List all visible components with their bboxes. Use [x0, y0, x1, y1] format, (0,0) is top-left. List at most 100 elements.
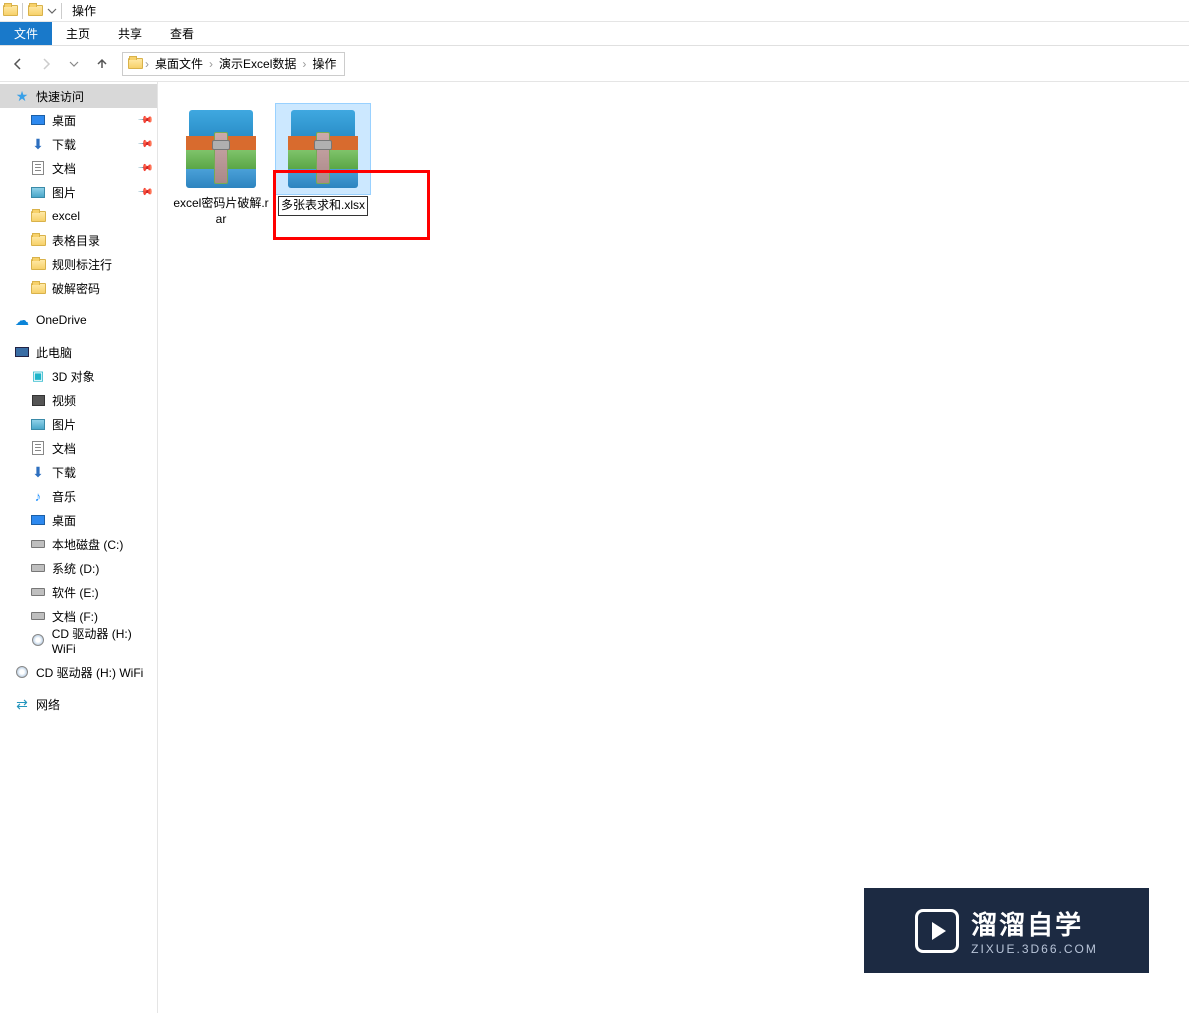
- sidebar-item-documents[interactable]: 文档📌: [0, 156, 157, 180]
- 3d-icon: ▣: [30, 368, 46, 384]
- label: CD 驱动器 (H:) WiFi: [36, 664, 143, 681]
- recent-dropdown[interactable]: [62, 52, 86, 76]
- sidebar-item-documents[interactable]: 文档: [0, 436, 157, 460]
- label: 图片: [52, 184, 76, 201]
- nav-bar: › 桌面文件 › 演示Excel数据 › 操作: [0, 46, 1189, 82]
- pin-icon: 📌: [136, 112, 153, 129]
- up-button[interactable]: [90, 52, 114, 76]
- sidebar-item-pictures[interactable]: 图片📌: [0, 180, 157, 204]
- tab-share[interactable]: 共享: [104, 22, 156, 45]
- drive-icon: [30, 608, 46, 624]
- download-icon: ⬇: [30, 464, 46, 480]
- folder-icon: [2, 3, 18, 19]
- sidebar-item-folder[interactable]: 规则标注行: [0, 252, 157, 276]
- sidebar-item-desktop[interactable]: 桌面: [0, 508, 157, 532]
- file-name-label[interactable]: excel密码片破解.rar: [173, 196, 269, 227]
- breadcrumb-segment[interactable]: 演示Excel数据: [215, 55, 300, 72]
- nav-pane: ★ 快速访问 桌面📌 ⬇下载📌 文档📌 图片📌 excel 表格目录 规则标注行…: [0, 82, 158, 1013]
- label: 文档: [52, 160, 76, 177]
- title-bar: 操作: [0, 0, 1189, 22]
- sidebar-item-drive-c[interactable]: 本地磁盘 (C:): [0, 532, 157, 556]
- sidebar-item-music[interactable]: ♪ 音乐: [0, 484, 157, 508]
- explorer-window: 操作 文件 主页 共享 查看 › 桌面文件 › 演示Excel数据 › 操作: [0, 0, 1189, 1013]
- breadcrumb-bar[interactable]: › 桌面文件 › 演示Excel数据 › 操作: [122, 52, 345, 76]
- cd-icon: [14, 664, 30, 680]
- label: 此电脑: [36, 344, 72, 361]
- tab-home[interactable]: 主页: [52, 22, 104, 45]
- picture-icon: [30, 416, 46, 432]
- play-icon: [915, 909, 959, 953]
- quick-access-header[interactable]: ★ 快速访问: [0, 84, 157, 108]
- label: 音乐: [52, 488, 76, 505]
- sidebar-item-cd-drive[interactable]: CD 驱动器 (H:) WiFi: [0, 628, 157, 652]
- ribbon-tabs: 文件 主页 共享 查看: [0, 22, 1189, 46]
- file-rename-input[interactable]: 多张表求和.xlsx: [278, 196, 368, 216]
- sidebar-item-desktop[interactable]: 桌面 📌: [0, 108, 157, 132]
- folder-icon: [30, 256, 46, 272]
- chevron-right-icon: ›: [207, 57, 215, 71]
- label: 下载: [52, 464, 76, 481]
- sidebar-item-network[interactable]: ⇄ 网络: [0, 692, 157, 716]
- download-icon: ⬇: [30, 136, 46, 152]
- folder-icon: [30, 232, 46, 248]
- file-item[interactable]: excel密码片破解.rar: [172, 102, 270, 229]
- sidebar-item-folder[interactable]: excel: [0, 204, 157, 228]
- separator: [22, 3, 23, 19]
- this-pc-header[interactable]: 此电脑: [0, 340, 157, 364]
- label: 文档 (F:): [52, 608, 98, 625]
- tab-file[interactable]: 文件: [0, 22, 52, 45]
- folder-icon: [127, 56, 143, 72]
- sidebar-item-downloads[interactable]: ⬇ 下载: [0, 460, 157, 484]
- tab-view[interactable]: 查看: [156, 22, 208, 45]
- drive-icon: [30, 584, 46, 600]
- label: CD 驱动器 (H:) WiFi: [52, 625, 157, 656]
- star-icon: ★: [14, 88, 30, 104]
- label: OneDrive: [36, 313, 87, 327]
- sidebar-item-folder[interactable]: 破解密码: [0, 276, 157, 300]
- label: 桌面: [52, 112, 76, 129]
- chevron-right-icon: ›: [143, 57, 151, 71]
- label: 系统 (D:): [52, 560, 99, 577]
- cd-icon: [30, 632, 46, 648]
- document-icon: [30, 160, 46, 176]
- window-title: 操作: [72, 2, 96, 19]
- sidebar-item-onedrive[interactable]: ☁OneDrive: [0, 308, 157, 332]
- sidebar-item-pictures[interactable]: 图片: [0, 412, 157, 436]
- chevron-right-icon: ›: [300, 57, 308, 71]
- file-item-selected[interactable]: 多张表求和.xlsx: [274, 102, 372, 218]
- music-icon: ♪: [30, 488, 46, 504]
- sidebar-item-drive-e[interactable]: 软件 (E:): [0, 580, 157, 604]
- sidebar-item-folder[interactable]: 表格目录: [0, 228, 157, 252]
- sidebar-item-cd-drive-root[interactable]: CD 驱动器 (H:) WiFi: [0, 660, 157, 684]
- forward-button[interactable]: [34, 52, 58, 76]
- pc-icon: [14, 344, 30, 360]
- separator: [61, 3, 62, 19]
- network-icon: ⇄: [14, 696, 30, 712]
- label: excel: [52, 209, 80, 223]
- sidebar-item-3d[interactable]: ▣3D 对象: [0, 364, 157, 388]
- sidebar-item-videos[interactable]: 视频: [0, 388, 157, 412]
- label: 软件 (E:): [52, 584, 99, 601]
- file-list-area[interactable]: excel密码片破解.rar 多张表求和.xlsx 溜溜自学 ZIXUE.3D6…: [158, 82, 1189, 1013]
- document-icon: [30, 440, 46, 456]
- label: 本地磁盘 (C:): [52, 536, 123, 553]
- label: 破解密码: [52, 280, 100, 297]
- drive-icon: [30, 536, 46, 552]
- back-button[interactable]: [6, 52, 30, 76]
- watermark-title: 溜溜自学: [971, 905, 1098, 942]
- label: 规则标注行: [52, 256, 112, 273]
- breadcrumb-segment[interactable]: 操作: [308, 55, 340, 72]
- sidebar-item-downloads[interactable]: ⬇下载📌: [0, 132, 157, 156]
- dropdown-icon[interactable]: [47, 6, 57, 16]
- breadcrumb-segment[interactable]: 桌面文件: [151, 55, 207, 72]
- label: 桌面: [52, 512, 76, 529]
- folder-icon: [30, 280, 46, 296]
- label: 网络: [36, 696, 60, 713]
- watermark: 溜溜自学 ZIXUE.3D66.COM: [864, 888, 1149, 973]
- pin-icon: 📌: [136, 136, 153, 153]
- sidebar-item-drive-d[interactable]: 系统 (D:): [0, 556, 157, 580]
- folder-icon: [27, 3, 43, 19]
- folder-icon: [30, 208, 46, 224]
- label: 视频: [52, 392, 76, 409]
- desktop-icon: [30, 512, 46, 528]
